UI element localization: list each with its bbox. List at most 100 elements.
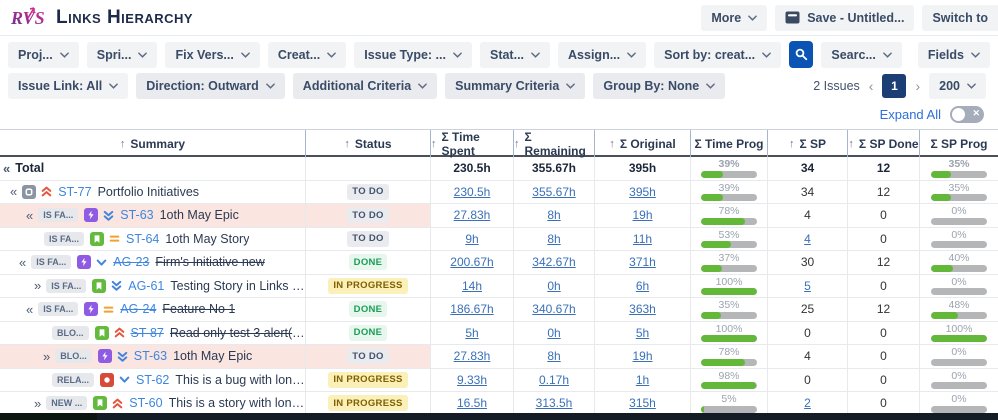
original-link[interactable]: 315h (629, 396, 656, 410)
save-button[interactable]: Save - Untitled... (775, 4, 915, 31)
expand-all-link[interactable]: Expand All (880, 107, 941, 122)
expand-icon[interactable]: » (43, 349, 50, 364)
original-link[interactable]: 1h (636, 373, 649, 387)
filter-button-group-by-none[interactable]: Group By: None (593, 73, 726, 99)
issue-key-link[interactable]: ST-77 (58, 185, 91, 199)
progress-label: 100% (715, 275, 743, 288)
progress-bar: 0% (931, 276, 987, 295)
collapse-icon[interactable]: « (3, 161, 10, 176)
sp-link[interactable]: 2 (804, 396, 811, 410)
issue-type-initiative-icon (22, 184, 37, 199)
issue-key-link[interactable]: ST-64 (126, 232, 159, 246)
priority-medium-icon (108, 232, 121, 245)
switch-to-button[interactable]: Switch to (922, 4, 998, 31)
issue-key-link[interactable]: ST-63 (120, 208, 153, 222)
progress-label: 100% (715, 322, 743, 335)
original-link[interactable]: 6h (636, 279, 649, 293)
expand-all-toggle[interactable]: ✕ (950, 106, 984, 123)
filter-button-fix-vers[interactable]: Fix Vers... (165, 41, 260, 68)
filter-button-searc[interactable]: Searc... (821, 41, 902, 68)
issue-key-link[interactable]: AG-23 (113, 255, 149, 269)
page-size-select[interactable]: 200 (929, 73, 986, 99)
filter-button-fields[interactable]: Fields (917, 41, 990, 68)
time-spent-link[interactable]: 9h (465, 232, 478, 246)
progress-label: 35% (948, 158, 970, 170)
column-header-status[interactable]: ↑ Status (305, 130, 430, 158)
priority-highest-icon (40, 185, 53, 198)
filter-button-proj[interactable]: Proj... (8, 41, 79, 68)
time-spent-link[interactable]: 230.5h (454, 185, 491, 199)
issue-key-link[interactable]: ST-62 (136, 373, 169, 387)
sp-link[interactable]: 5 (804, 279, 811, 293)
table-body: «Total 230.5h 355.67h 395h 39% 34 12 35% «ST… (0, 157, 998, 420)
expand-icon[interactable]: » (34, 396, 41, 411)
remaining-link[interactable]: 355.67h (532, 185, 575, 199)
filter-button-creat[interactable]: Creat... (267, 41, 347, 68)
filter-button-assign[interactable]: Assign... (558, 41, 647, 68)
column-header-sp-prog[interactable]: Σ SP Prog (919, 130, 998, 158)
current-page-button[interactable]: 1 (882, 74, 907, 98)
time-spent-link[interactable]: 16.5h (457, 396, 487, 410)
issue-key-link[interactable]: AG-24 (120, 302, 156, 316)
filter-button-summary-criteria[interactable]: Summary Criteria (445, 73, 586, 99)
time-spent-link[interactable]: 200.67h (450, 255, 493, 269)
issue-summary-text: Firm's Initiative new (155, 255, 265, 270)
issue-key-link[interactable]: AG-61 (128, 279, 164, 293)
issue-key-link[interactable]: ST-87 (131, 326, 164, 340)
original-link[interactable]: 395h (629, 185, 656, 199)
time-spent-link[interactable]: 9.33h (457, 373, 487, 387)
original-link[interactable]: 19h (632, 208, 652, 222)
time-spent-link[interactable]: 27.83h (454, 208, 491, 222)
issue-link-type-badge: IS FA... (31, 255, 72, 270)
filter-button-stat[interactable]: Stat... (479, 41, 551, 68)
remaining-link[interactable]: 313.5h (536, 396, 573, 410)
original-link[interactable]: 371h (629, 255, 656, 269)
collapse-icon[interactable]: « (19, 255, 26, 270)
column-header-remaining[interactable]: ↑ Σ Remaining (513, 130, 594, 158)
issue-key-link[interactable]: ST-60 (129, 396, 162, 410)
time-spent-link[interactable]: 5h (465, 326, 478, 340)
column-header-sp-done[interactable]: ↑ Σ SP Done (847, 130, 919, 158)
issue-summary-text: Testing Story in Links Hierarc... (170, 278, 305, 293)
remaining-link[interactable]: 8h (547, 349, 560, 363)
column-header-time-spent[interactable]: ↑ Σ Time Spent (430, 130, 513, 158)
original-link[interactable]: 19h (632, 349, 652, 363)
issue-type-story-icon (90, 231, 105, 246)
remaining-link[interactable]: 0h (547, 326, 560, 340)
collapse-icon[interactable]: « (26, 302, 33, 317)
more-button[interactable]: More (701, 4, 768, 31)
filter-button-spri[interactable]: Spri... (86, 41, 158, 68)
remaining-link[interactable]: 340.67h (532, 302, 575, 316)
time-spent-link[interactable]: 27.83h (454, 349, 491, 363)
remaining-link[interactable]: 8h (547, 208, 560, 222)
next-page-button[interactable]: › (915, 78, 920, 94)
filter-button-additional-criteria[interactable]: Additional Criteria (292, 73, 438, 99)
search-button[interactable] (789, 41, 814, 68)
progress-label: 39% (718, 181, 740, 194)
collapse-icon[interactable]: « (10, 184, 17, 199)
original-link[interactable]: 363h (629, 302, 656, 316)
chevron-down-icon (265, 83, 275, 89)
time-spent-link[interactable]: 186.67h (450, 302, 493, 316)
prev-page-button[interactable]: ‹ (869, 78, 874, 94)
issue-key-link[interactable]: ST-63 (134, 349, 167, 363)
column-header-original[interactable]: ↑ Σ Original (594, 130, 690, 158)
column-header-sp[interactable]: ↑ Σ SP (767, 130, 847, 158)
collapse-icon[interactable]: « (26, 208, 33, 223)
column-header-time-prog[interactable]: Σ Time Prog (690, 130, 767, 158)
time-spent-link[interactable]: 14h (462, 279, 482, 293)
filter-button-issue-type[interactable]: Issue Type: ... (354, 41, 472, 68)
remaining-link[interactable]: 0h (547, 279, 560, 293)
original-link[interactable]: 11h (633, 232, 652, 246)
remaining-link[interactable]: 0.17h (539, 373, 569, 387)
remaining-link[interactable]: 8h (547, 232, 560, 246)
original-link[interactable]: 5h (636, 326, 649, 340)
filter-button-issue-link-all[interactable]: Issue Link: All (8, 73, 129, 99)
filter-button-sort-by-creat[interactable]: Sort by: creat... (654, 41, 782, 68)
filter-button-direction-outward[interactable]: Direction: Outward (136, 73, 285, 99)
remaining-link[interactable]: 342.67h (532, 255, 575, 269)
column-header-summary[interactable]: ↑ Summary (0, 130, 305, 158)
expand-icon[interactable]: » (34, 278, 41, 293)
progress-bar: 0% (931, 229, 987, 248)
sp-link[interactable]: 4 (804, 232, 811, 246)
